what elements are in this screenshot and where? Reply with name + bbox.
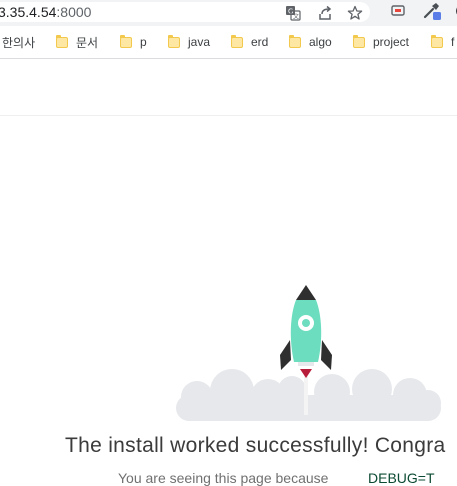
- bookmark-hanuisa[interactable]: 한의사: [2, 33, 35, 51]
- bookmark-label: 한의사: [2, 35, 36, 50]
- cast-icon[interactable]: [387, 0, 409, 22]
- rocket-icon: [280, 285, 332, 378]
- success-subline: You are seeing this page because DEBUG=T: [118, 470, 435, 486]
- bookmark-label: project: [373, 35, 410, 49]
- share-icon[interactable]: [314, 2, 336, 24]
- bookmark-label: 문서: [76, 35, 99, 50]
- bookmark-label: p: [140, 35, 147, 49]
- bookmark-p[interactable]: p: [120, 33, 147, 51]
- browser-address-row: 3.35.4.54:8000 G 文: [0, 0, 457, 26]
- folder-icon: [289, 34, 301, 48]
- url-port: :8000: [56, 4, 92, 20]
- extension-icon[interactable]: [421, 0, 443, 22]
- translate-icon[interactable]: G 文: [282, 2, 304, 24]
- bookmark-label: f: [451, 35, 455, 49]
- bookmark-f[interactable]: f: [431, 33, 454, 51]
- folder-icon: [56, 34, 68, 48]
- url-text[interactable]: 3.35.4.54:8000: [0, 4, 91, 20]
- svg-text:文: 文: [293, 13, 299, 21]
- rocket-illustration: [0, 270, 457, 430]
- bookmark-docs[interactable]: 문서: [56, 33, 98, 51]
- success-headline: The install worked successfully! Congra: [65, 434, 446, 457]
- bookmark-java[interactable]: java: [168, 33, 210, 51]
- bookmark-algo[interactable]: algo: [289, 33, 332, 51]
- bookmark-label: erd: [251, 35, 269, 49]
- bookmark-project[interactable]: project: [353, 33, 409, 51]
- bookmark-erd[interactable]: erd: [231, 33, 268, 51]
- bookmark-label: algo: [309, 35, 332, 49]
- cloud-icon: [176, 369, 441, 421]
- address-bar[interactable]: 3.35.4.54:8000 G 文: [0, 2, 370, 22]
- folder-icon: [431, 34, 443, 48]
- subline-text: You are seeing this page because: [118, 470, 329, 486]
- bookmark-label: java: [188, 35, 211, 49]
- folder-icon: [353, 34, 365, 48]
- url-host: 3.35.4.54: [0, 4, 57, 20]
- page-header: [0, 59, 457, 116]
- bookmarks-bar: 한의사 문서 p java erd algo project f: [0, 26, 457, 59]
- folder-icon: [168, 34, 180, 48]
- folder-icon: [231, 34, 243, 48]
- profile-icon[interactable]: [448, 0, 457, 22]
- debug-setting-text: DEBUG=T: [368, 470, 435, 486]
- star-icon[interactable]: [344, 2, 366, 24]
- folder-icon: [120, 34, 132, 48]
